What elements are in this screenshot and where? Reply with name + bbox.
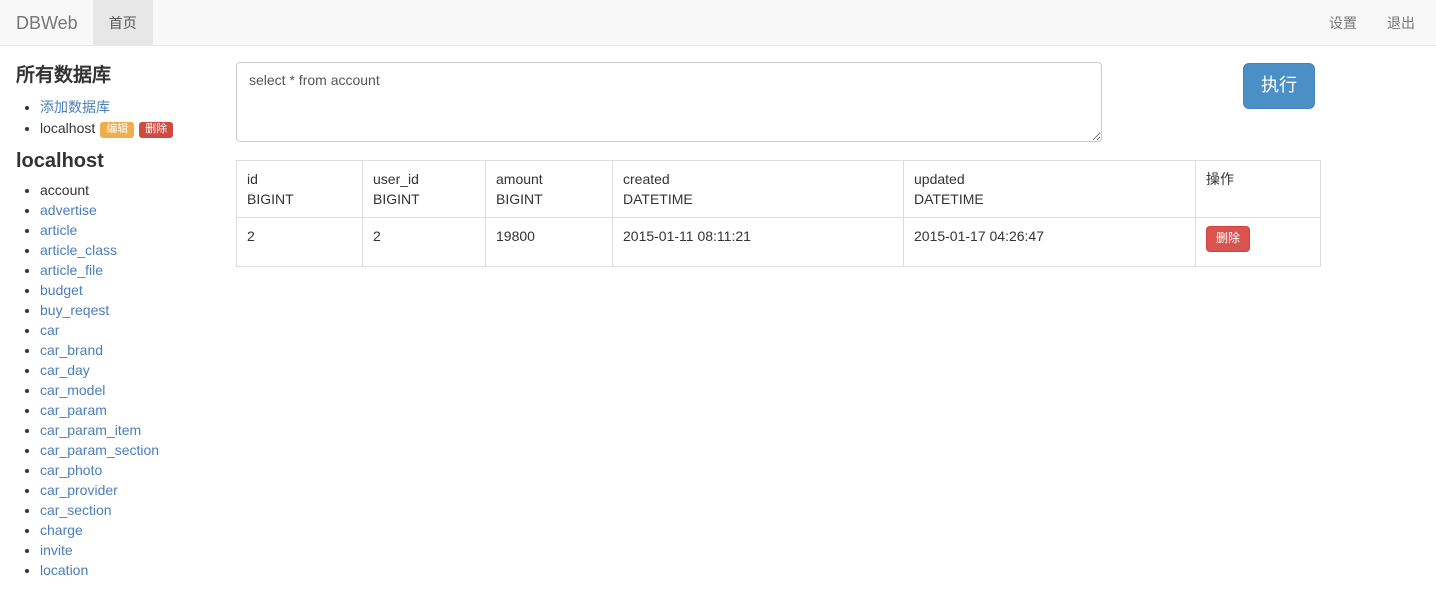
result-table-body: 2 2 19800 2015-01-11 08:11:21 2015-01-17 04:… [236, 217, 1321, 267]
column-type: BIGINT [247, 191, 294, 207]
table-link-advertise[interactable]: advertise [40, 202, 97, 218]
nav-item-home[interactable]: 首页 [92, 0, 153, 45]
list-item-database: localhost编辑删除 [40, 118, 236, 138]
database-name-label: localhost [40, 119, 96, 136]
list-item: invite [40, 540, 236, 560]
sidebar: 所有数据库 添加数据库 localhost编辑删除 localhost acco… [0, 54, 236, 580]
column-header-操作: 操作 [1195, 160, 1321, 218]
column-header-amount: amount BIGINT [485, 160, 613, 218]
column-header-user_id: user_id BIGINT [362, 160, 486, 218]
list-item: car_model [40, 380, 236, 400]
table-link-car_param_section[interactable]: car_param_section [40, 442, 159, 458]
cell-id: 2 [236, 217, 363, 267]
table-link-article_class[interactable]: article_class [40, 242, 117, 258]
cell-updated: 2015-01-17 04:26:47 [903, 217, 1196, 267]
list-item: car_brand [40, 340, 236, 360]
table-header-row: id BIGINT user_id BIGINT amount BIGINT created… [236, 160, 1321, 218]
nav-item-logout[interactable]: 退出 [1372, 0, 1430, 45]
list-item: advertise [40, 200, 236, 220]
navbar-right-group: 设置 退出 [1314, 0, 1436, 45]
list-item: car [40, 320, 236, 340]
table-link-car_photo[interactable]: car_photo [40, 462, 102, 478]
table-link-invite[interactable]: invite [40, 542, 73, 558]
list-item: article_file [40, 260, 236, 280]
table-link-article_file[interactable]: article_file [40, 262, 103, 278]
list-item: car_provider [40, 480, 236, 500]
top-navbar: DBWeb 首页 设置 退出 [0, 0, 1436, 46]
nav-item-settings[interactable]: 设置 [1314, 0, 1372, 45]
column-header-id: id BIGINT [236, 160, 363, 218]
result-table-wrapper: id BIGINT user_id BIGINT amount BIGINT created… [236, 142, 1326, 267]
cell-actions: 删除 [1195, 217, 1321, 267]
list-item: location [40, 560, 236, 580]
column-type: DATETIME [623, 191, 693, 207]
database-list: 添加数据库 localhost编辑删除 [0, 97, 236, 138]
table-link-car_param[interactable]: car_param [40, 402, 107, 418]
cell-created: 2015-01-11 08:11:21 [612, 217, 904, 267]
table-link-car_provider[interactable]: car_provider [40, 482, 118, 498]
brand-logo[interactable]: DBWeb [0, 0, 93, 45]
column-name: 操作 [1206, 171, 1234, 187]
column-name: created [623, 171, 670, 187]
list-item: car_day [40, 360, 236, 380]
list-item: charge [40, 520, 236, 540]
column-type: BIGINT [496, 191, 543, 207]
table-link-account[interactable]: account [40, 182, 89, 198]
column-name: id [247, 171, 258, 187]
delete-database-button[interactable]: 删除 [139, 121, 174, 138]
sql-input[interactable] [236, 62, 1102, 142]
table-link-car[interactable]: car [40, 322, 59, 338]
list-item: account [40, 180, 236, 200]
page-body: 所有数据库 添加数据库 localhost编辑删除 localhost acco… [0, 46, 1436, 580]
add-database-link[interactable]: 添加数据库 [40, 99, 110, 115]
column-name: updated [914, 171, 965, 187]
column-name: user_id [373, 171, 419, 187]
list-item: car_photo [40, 460, 236, 480]
table-link-car_day[interactable]: car_day [40, 362, 90, 378]
table-link-car_param_item[interactable]: car_param_item [40, 422, 141, 438]
column-name: amount [496, 171, 543, 187]
list-item: budget [40, 280, 236, 300]
list-item: car_param [40, 400, 236, 420]
table-link-article[interactable]: article [40, 222, 77, 238]
list-item: article_class [40, 240, 236, 260]
table-list: account advertise article article_classarti… [0, 180, 236, 580]
table-link-location[interactable]: location [40, 562, 88, 578]
edit-database-button[interactable]: 编辑 [100, 121, 135, 138]
cell-user_id: 2 [362, 217, 486, 267]
result-table: id BIGINT user_id BIGINT amount BIGINT created… [236, 160, 1321, 267]
list-item: car_param_section [40, 440, 236, 460]
table-link-car_brand[interactable]: car_brand [40, 342, 103, 358]
list-item: article [40, 220, 236, 240]
table-link-buy_reqest[interactable]: buy_reqest [40, 302, 109, 318]
table-link-budget[interactable]: budget [40, 282, 83, 298]
query-row: 执行 [236, 54, 1326, 142]
cell-amount: 19800 [485, 217, 613, 267]
column-header-created: created DATETIME [612, 160, 904, 218]
column-type: DATETIME [914, 191, 984, 207]
list-item: car_param_item [40, 420, 236, 440]
list-item: buy_reqest [40, 300, 236, 320]
list-item: car_section [40, 500, 236, 520]
column-header-updated: updated DATETIME [903, 160, 1196, 218]
all-databases-heading: 所有数据库 [16, 65, 112, 86]
list-item-add-database: 添加数据库 [40, 97, 236, 117]
delete-row-button[interactable]: 删除 [1206, 226, 1251, 253]
table-link-car_section[interactable]: car_section [40, 502, 112, 518]
table-link-charge[interactable]: charge [40, 522, 83, 538]
current-database-heading: localhost [16, 149, 104, 172]
table-link-car_model[interactable]: car_model [40, 382, 105, 398]
result-table-head: id BIGINT user_id BIGINT amount BIGINT created… [236, 160, 1321, 218]
column-type: BIGINT [373, 191, 420, 207]
table-row: 2 2 19800 2015-01-11 08:11:21 2015-01-17 04:… [236, 217, 1321, 267]
main-content: 执行 id BIGINT user_id BIGINT amount BIGINT crea… [236, 54, 1436, 267]
execute-button[interactable]: 执行 [1243, 63, 1315, 109]
